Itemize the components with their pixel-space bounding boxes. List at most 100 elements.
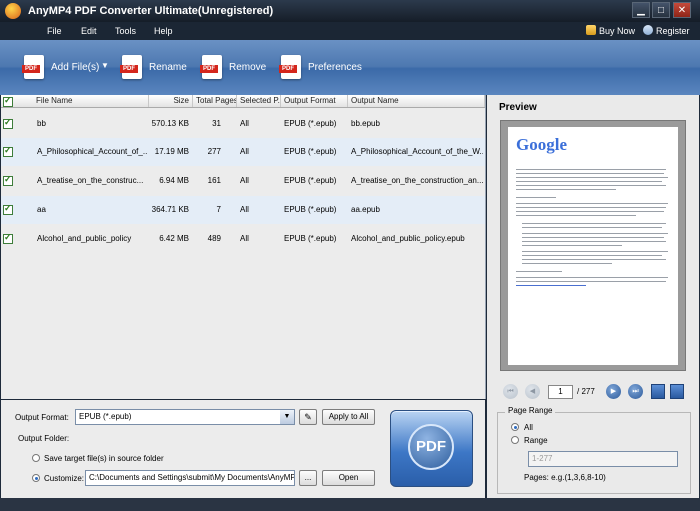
table-row[interactable]: aa 364.71 KB 7 All EPUB (*.epub) aa.epub [1,196,485,224]
selected-pages: All [240,234,249,243]
add-files-label: Add File(s) [51,62,100,73]
output-format: EPUB (*.epub) [284,119,337,128]
output-format: EPUB (*.epub) [284,234,337,243]
pages-hint: Pages: e.g.(1,3,6,8-10) [524,473,606,482]
selected-pages: All [240,147,249,156]
save-in-source-label: Save target file(s) in source folder [44,454,164,463]
chevron-down-icon[interactable]: ▼ [280,410,294,424]
close-button[interactable]: ✕ [673,2,691,18]
output-format-value: EPUB (*.epub) [79,412,132,421]
preview-panel: Preview Google ⏮ ◀ 1 / 277 ▶ ⏭ Page Rang… [487,95,699,498]
single-page-view-icon[interactable] [651,384,665,399]
pdf-convert-icon: PDF [408,424,454,470]
selected-pages: All [240,205,249,214]
output-format-select[interactable]: EPUB (*.epub) ▼ [75,409,295,425]
multi-page-view-icon[interactable] [670,384,684,399]
output-name: bb.epub [351,119,380,128]
row-checkbox[interactable] [3,232,13,244]
row-checkbox[interactable] [3,174,13,186]
output-folder-label: Output Folder: [18,434,70,443]
customize-radio[interactable] [32,474,40,482]
column-total-pages[interactable]: Total Pages [193,95,237,107]
remove-pdf-icon: PDF [200,55,222,79]
table-row[interactable]: bb 570.13 KB 31 All EPUB (*.epub) bb.epu… [1,110,485,138]
page-number-input[interactable]: 1 [548,385,573,399]
output-name: aa.epub [351,205,380,214]
row-checkbox[interactable] [3,203,13,215]
customize-label: Customize: [44,474,85,483]
all-pages-radio[interactable] [511,423,519,431]
menu-tools[interactable]: Tools [115,26,136,36]
preferences-button[interactable]: PDF Preferences [279,55,371,81]
table-row[interactable]: A_Philosophical_Account_of_... 17.19 MB … [1,138,485,166]
output-name: Alcohol_and_public_policy.epub [351,234,465,243]
convert-button[interactable]: PDF [390,410,473,487]
output-path-input[interactable]: C:\Documents and Settings\submit\My Docu… [85,470,295,486]
apply-to-all-button[interactable]: Apply to All [322,409,375,425]
row-checkbox[interactable] [3,117,13,129]
add-pdf-icon: PDF [22,55,44,79]
menu-bar: File Edit Tools Help Buy Now Register [0,22,700,40]
register-label: Register [656,26,690,36]
list-header: ✓ File Name Size Total Pages Selected P.… [1,95,485,108]
column-output-name[interactable]: Output Name [348,95,485,107]
browse-button[interactable]: ... [299,470,317,486]
wrench-icon: ✎ [304,412,312,422]
remove-label: Remove [229,62,267,73]
chevron-down-icon[interactable]: ▼ [101,61,109,70]
file-size: 570.13 KB [151,119,189,128]
window-title: AnyMP4 PDF Converter Ultimate(Unregister… [28,5,274,17]
file-list: ✓ File Name Size Total Pages Selected P.… [1,95,486,399]
rename-button[interactable]: PDF Rename [120,55,187,81]
column-selected-pages[interactable]: Selected P. [237,95,281,107]
app-logo-icon [5,3,21,19]
prev-page-button[interactable]: ◀ [525,384,540,399]
menu-file[interactable]: File [47,26,62,36]
last-page-button[interactable]: ⏭ [628,384,643,399]
open-folder-button[interactable]: Open [322,470,375,486]
first-page-button[interactable]: ⏮ [503,384,518,399]
file-size: 364.71 KB [151,205,189,214]
preview-page: Google [508,127,678,365]
maximize-button[interactable]: □ [652,2,670,18]
total-pages: 31 [212,119,221,128]
menu-edit[interactable]: Edit [81,26,97,36]
output-format: EPUB (*.epub) [284,147,337,156]
remove-button[interactable]: PDF Remove [200,55,267,81]
preview-title: Preview [499,102,537,113]
range-input[interactable]: 1-277 [528,451,678,467]
buy-now-link[interactable]: Buy Now [586,25,635,36]
toolbar: PDF Add File(s) ▼ PDF Rename PDF Remove … [0,40,700,95]
preferences-label: Preferences [308,62,362,73]
save-in-source-radio[interactable] [32,454,40,462]
row-checkbox[interactable] [3,145,13,157]
range-label: Range [524,436,548,445]
file-size: 6.42 MB [159,234,189,243]
table-row[interactable]: A_treatise_on_the_construc... 6.94 MB 16… [1,167,485,195]
output-format: EPUB (*.epub) [284,205,337,214]
output-format-label: Output Format: [15,413,69,422]
add-files-button[interactable]: PDF Add File(s) ▼ [22,55,114,81]
column-size[interactable]: Size [149,95,193,107]
selected-pages: All [240,119,249,128]
preview-frame: Google [500,120,686,371]
output-name: A_treatise_on_the_construction_an... [351,176,483,185]
file-name: A_treatise_on_the_construc... [37,176,144,185]
format-settings-button[interactable]: ✎ [299,409,317,425]
file-name: A_Philosophical_Account_of_... [37,147,147,156]
table-row[interactable]: Alcohol_and_public_policy 6.42 MB 489 Al… [1,225,485,253]
column-file-name[interactable]: File Name [33,95,149,107]
select-all-checkbox[interactable]: ✓ [3,95,13,107]
file-name: aa [37,205,46,214]
key-icon [643,25,653,35]
menu-help[interactable]: Help [154,26,173,36]
next-page-button[interactable]: ▶ [606,384,621,399]
range-radio[interactable] [511,436,519,444]
register-link[interactable]: Register [643,25,690,36]
column-output-format[interactable]: Output Format [281,95,348,107]
rename-pdf-icon: PDF [120,55,142,79]
minimize-button[interactable]: ▁ [632,2,650,18]
settings-panel: Output Format: EPUB (*.epub) ▼ ✎ Apply t… [1,400,485,498]
preview-logo-text: Google [516,135,567,154]
file-name: Alcohol_and_public_policy [37,234,132,243]
